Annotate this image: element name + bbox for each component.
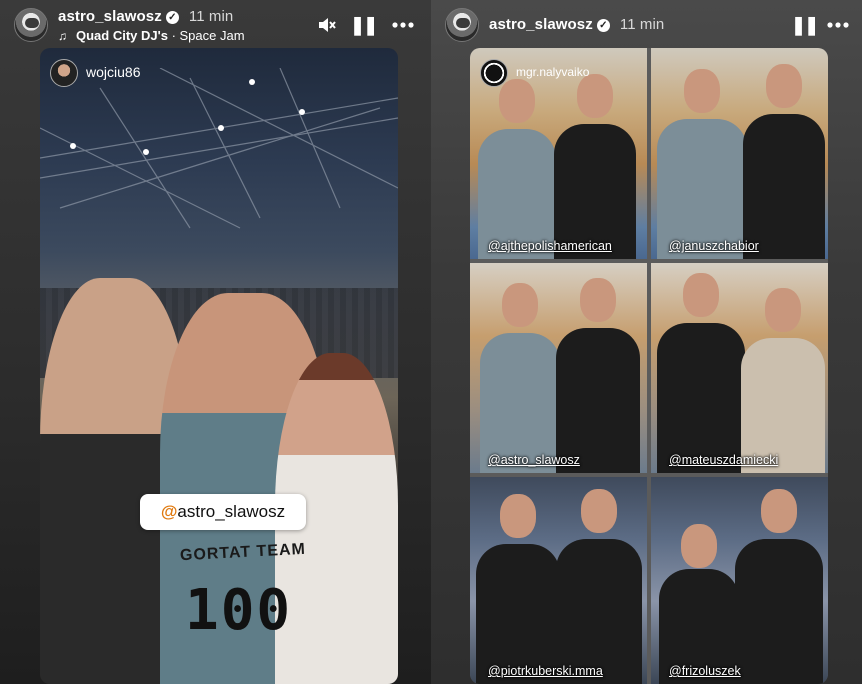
muted-speaker-icon[interactable] — [314, 12, 340, 38]
username[interactable]: astro_slawosz ✓ 11 min — [58, 8, 233, 25]
music-attribution[interactable]: ♫ Quad City DJ's · Space Jam — [58, 28, 245, 43]
story-author[interactable]: mgr.nalyvaiko — [480, 58, 589, 87]
user-tag[interactable]: @mateuszdamiecki — [669, 453, 778, 467]
person — [659, 524, 739, 684]
collage-photo-6[interactable]: @frizoluszek — [651, 477, 828, 684]
arena-truss — [40, 68, 398, 229]
at-icon: @ — [160, 502, 178, 521]
profile-avatar[interactable] — [14, 8, 48, 42]
user-tag[interactable]: @januszchabior — [669, 239, 759, 253]
story-header: astro_slawosz ✓ 11 min ❚❚ — [445, 6, 851, 46]
person — [735, 489, 823, 684]
music-note-icon: ♫ — [58, 29, 67, 43]
story-author-name[interactable]: wojciu86 — [86, 64, 140, 80]
story-photo-selfie[interactable]: GORTAT TEAM 100 wojciu86 @astro_slawosz — [40, 48, 398, 684]
stories-viewer: astro_slawosz ✓ 11 min ♫ Quad City DJ's · S… — [0, 0, 862, 684]
photo-collage-grid: @ajthepolishamerican @januszchabior @ast… — [470, 48, 828, 684]
user-tag[interactable]: @ajthepolishamerican — [488, 239, 612, 253]
pause-icon[interactable]: ❚❚ — [791, 12, 819, 38]
person — [556, 278, 640, 473]
person — [480, 283, 560, 473]
verified-badge-icon: ✓ — [596, 19, 610, 32]
collage-photo-5[interactable]: @piotrkuberski.mma — [470, 477, 647, 684]
story-author-name[interactable]: mgr.nalyvaiko — [516, 65, 589, 79]
person — [741, 288, 825, 473]
profile-avatar[interactable] — [445, 8, 479, 42]
user-tag[interactable]: @piotrkuberski.mma — [488, 664, 603, 678]
mention-sticker[interactable]: @astro_slawosz — [140, 494, 306, 530]
person — [743, 64, 825, 259]
username[interactable]: astro_slawosz ✓ 11 min — [489, 16, 664, 33]
story-author-avatar[interactable] — [50, 59, 78, 88]
person — [476, 494, 560, 684]
person — [478, 79, 556, 259]
more-horizontal-icon[interactable] — [825, 12, 851, 38]
mention-username[interactable]: astro_slawosz — [177, 502, 285, 521]
jersey-number: 100 — [185, 578, 293, 643]
story-panel-right[interactable]: astro_slawosz ✓ 11 min ❚❚ @ajthepolishamer… — [431, 0, 862, 684]
music-track: Space Jam — [179, 28, 245, 43]
verified-badge-icon: ✓ — [165, 11, 179, 24]
username-text[interactable]: astro_slawosz — [58, 8, 162, 25]
person — [657, 273, 745, 473]
story-author-avatar[interactable] — [480, 58, 508, 87]
person — [556, 489, 642, 684]
music-artist: Quad City DJ's — [76, 28, 168, 43]
user-tag[interactable]: @astro_slawosz — [488, 453, 580, 467]
person — [554, 74, 636, 259]
more-horizontal-icon[interactable] — [390, 12, 416, 38]
story-author[interactable]: wojciu86 — [50, 58, 140, 88]
story-photo-collage[interactable]: @ajthepolishamerican @januszchabior @ast… — [470, 48, 828, 684]
collage-photo-3[interactable]: @astro_slawosz — [470, 263, 647, 473]
music-separator: · — [167, 28, 180, 43]
collage-photo-2[interactable]: @januszchabior — [651, 48, 828, 259]
story-header: astro_slawosz ✓ 11 min ♫ Quad City DJ's · S… — [14, 6, 417, 46]
story-panel-left[interactable]: astro_slawosz ✓ 11 min ♫ Quad City DJ's · S… — [0, 0, 431, 684]
person — [657, 69, 747, 259]
username-text[interactable]: astro_slawosz — [489, 16, 593, 33]
pause-icon[interactable]: ❚❚ — [350, 12, 378, 38]
story-time: 11 min — [188, 8, 234, 25]
collage-photo-4[interactable]: @mateuszdamiecki — [651, 263, 828, 473]
user-tag[interactable]: @frizoluszek — [669, 664, 741, 678]
story-time: 11 min — [619, 16, 665, 33]
